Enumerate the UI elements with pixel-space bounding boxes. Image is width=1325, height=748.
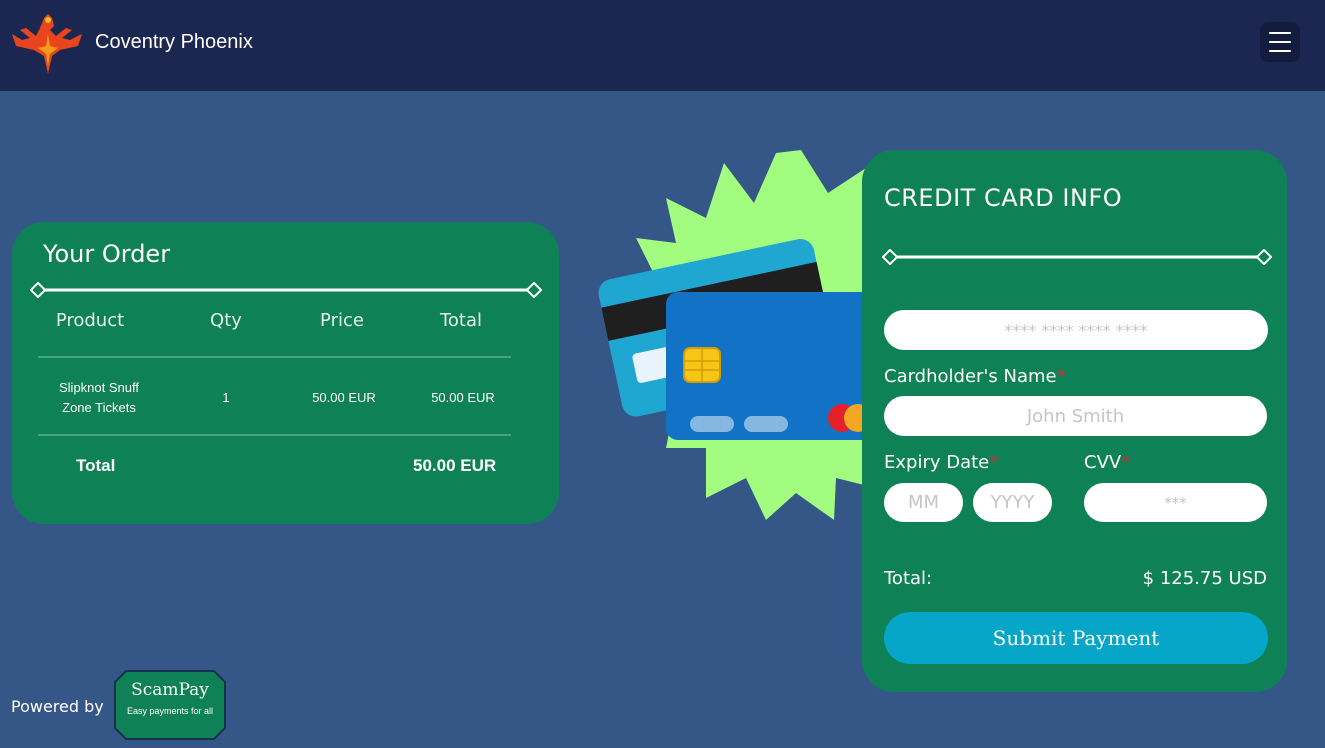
table-divider [38, 434, 511, 436]
item-qty: 1 [222, 390, 230, 405]
item-price: 50.00 EUR [312, 390, 376, 405]
powered-by-label: Powered by [11, 697, 104, 716]
cardholder-name-label: Cardholder's Name* [884, 366, 1066, 387]
cardholder-name-input[interactable] [884, 396, 1267, 436]
top-navbar: Coventry Phoenix [0, 0, 1325, 91]
phoenix-logo-icon[interactable] [10, 10, 86, 76]
menu-line [1269, 32, 1291, 34]
required-marker: * [1121, 452, 1131, 473]
payment-total-value: $ 125.75 USD [1142, 568, 1267, 589]
scampay-name: ScamPay [131, 680, 209, 700]
required-marker: * [1056, 366, 1066, 387]
column-header-total: Total [439, 310, 483, 331]
order-title: Your Order [43, 240, 171, 268]
menu-line [1269, 50, 1291, 52]
order-summary-card: Your Order Product Qty Price Total Slipk… [12, 222, 559, 524]
scampay-tagline: Easy payments for all [126, 706, 214, 716]
column-header-product: Product [55, 310, 125, 331]
cardholder-name-label-text: Cardholder's Name [884, 366, 1057, 387]
hamburger-menu-button[interactable] [1260, 22, 1300, 62]
title-divider [30, 282, 542, 298]
item-product-name: Slipknot Snuff Zone Tickets [59, 380, 139, 415]
cvv-label: CVV* [1084, 452, 1130, 473]
form-title: CREDIT CARD INFO [884, 184, 1123, 212]
expiry-date-label: Expiry Date* [884, 452, 998, 473]
cvv-label-text: CVV [1084, 452, 1122, 473]
title-divider [882, 249, 1272, 265]
expiry-month-input[interactable] [884, 483, 963, 522]
submit-payment-button[interactable]: Submit Payment [884, 612, 1268, 664]
credit-cards-illustration [598, 150, 896, 520]
order-total-label: Total [76, 456, 116, 475]
required-marker: * [989, 452, 999, 473]
expiry-year-input[interactable] [973, 483, 1052, 522]
credit-card-form-card: CREDIT CARD INFO Cardholder's Name* Expi… [862, 150, 1287, 692]
cvv-input[interactable] [1084, 483, 1267, 522]
payment-total-label: Total: [884, 568, 933, 589]
item-total: 50.00 EUR [431, 390, 495, 405]
expiry-date-label-text: Expiry Date [884, 452, 990, 473]
column-header-price: Price [320, 310, 364, 331]
order-total-value: 50.00 EUR [413, 456, 497, 475]
table-divider [38, 356, 511, 358]
column-header-qty: Qty [210, 310, 242, 331]
menu-line [1269, 41, 1291, 43]
brand-name[interactable]: Coventry Phoenix [95, 31, 253, 54]
scampay-logo[interactable]: ScamPay Easy payments for all [114, 670, 226, 740]
card-number-input[interactable] [884, 310, 1268, 350]
